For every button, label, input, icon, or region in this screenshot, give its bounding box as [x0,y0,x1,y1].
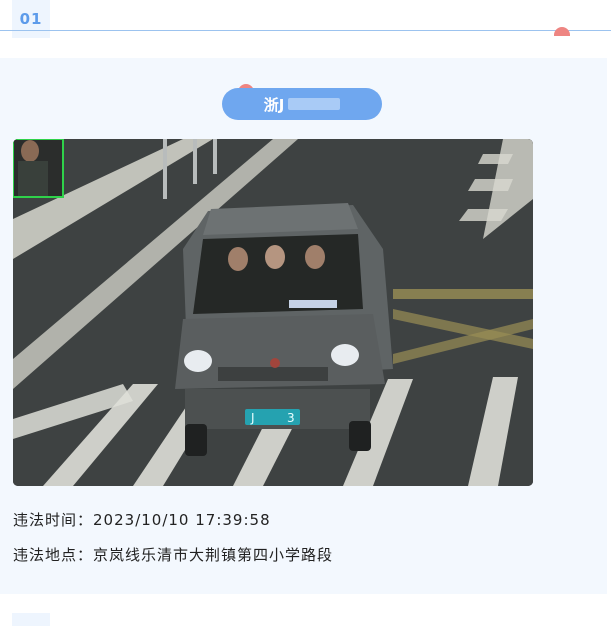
plate-mask [288,98,341,110]
violation-location-label: 违法地点： [13,546,94,564]
rear-plate-text: J [250,411,255,425]
violation-photo-image: J 3 [13,139,533,486]
decoration-dot-icon [554,27,570,36]
violation-location-value: 京岚线乐清市大荆镇第四小学路段 [93,546,334,564]
violation-time-row: 违法时间：2023/10/10 17:39:58 [13,509,271,530]
header-divider [0,30,611,31]
plate-number-pill[interactable]: 浙J [222,88,382,120]
section-number-badge: 01 [12,0,50,38]
violation-time-value: 2023/10/10 17:39:58 [93,511,271,529]
violation-location-row: 违法地点：京岚线乐清市大荆镇第四小学路段 [13,544,333,565]
violation-photo[interactable]: J 3 [13,139,533,486]
violation-time-label: 违法时间： [13,511,94,529]
section-header [0,0,611,32]
rear-plate-suffix: 3 [287,411,295,425]
plate-number-text: 浙J [263,95,285,114]
next-section-badge [12,613,50,626]
